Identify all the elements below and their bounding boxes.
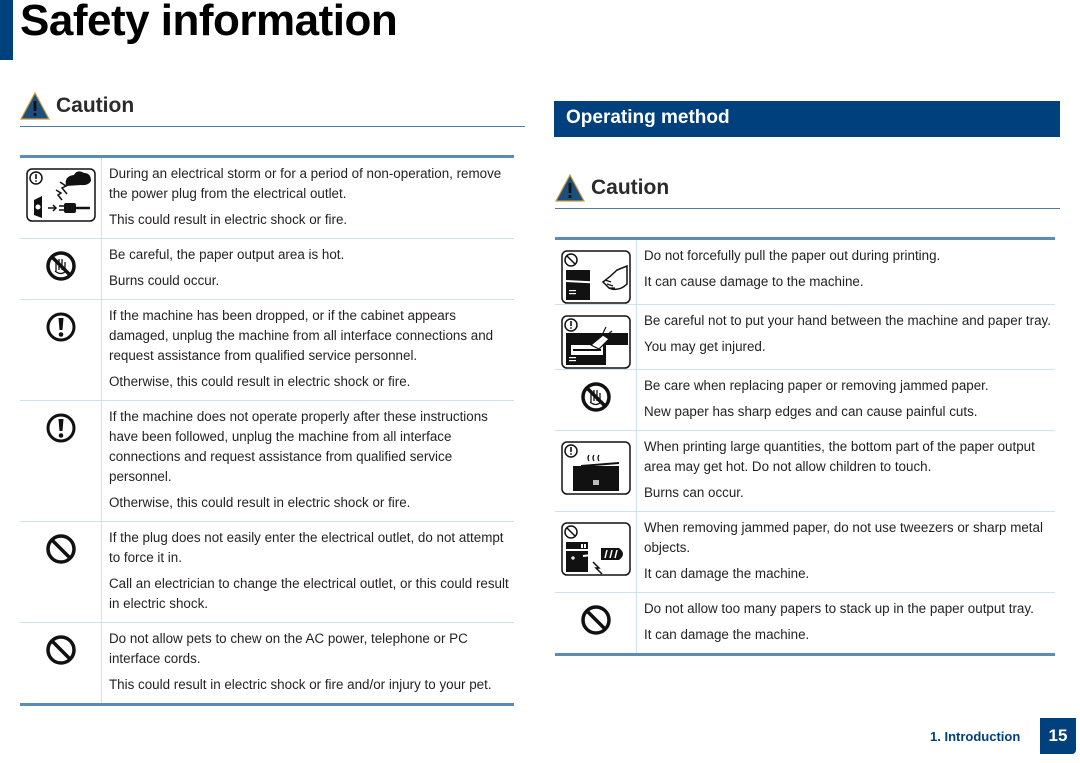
caution-consequence: Otherwise, this could result in electric… [109,374,411,389]
caution-row: Be careful not to put your hand between … [555,304,1055,369]
caution-row: When printing large quantities, the bott… [555,430,1055,511]
section-title: Operating method [566,107,730,128]
caution-consequence: It can damage the machine. [644,627,810,642]
hand-in-tray-warning-icon [555,305,637,369]
caution-consequence: Call an electrician to change the electr… [109,576,509,611]
no-touch-hand-icon [20,239,102,299]
caution-text: Do not forcefully pull the paper out dur… [637,240,1055,304]
caution-text: Do not allow too many papers to stack up… [637,593,1055,653]
caution-text: Be careful, the paper output area is hot… [102,239,514,299]
caution-instruction: If the machine has been dropped, or if t… [109,308,494,363]
caution-triangle-icon [20,92,50,120]
caution-text: When removing jammed paper, do not use t… [637,512,1055,592]
hot-output-warning-icon [555,431,637,511]
caution-instruction: Do not allow pets to chew on the AC powe… [109,631,468,666]
caution-consequence: Burns can occur. [644,485,744,500]
warning-exclamation-icon [20,401,102,521]
title-accent-bar [0,0,13,60]
prohibited-icon [20,522,102,622]
no-touch-hand-icon [555,370,637,430]
caution-heading-left: Caution [20,92,134,120]
caution-instruction: If the machine does not operate properly… [109,409,488,484]
caution-row: During an electrical storm or for a peri… [20,158,514,238]
caution-row: If the plug does not easily enter the el… [20,521,514,622]
prohibited-icon [20,623,102,703]
caution-consequence: Burns could occur. [109,273,220,288]
no-tweezers-icon [555,512,637,592]
caution-instruction: Do not forcefully pull the paper out dur… [644,248,941,263]
caution-text: During an electrical storm or for a peri… [102,158,514,238]
left-caution-table: During an electrical storm or for a peri… [20,155,514,706]
caution-row: When removing jammed paper, do not use t… [555,511,1055,592]
caution-instruction: If the plug does not easily enter the el… [109,530,504,565]
caution-instruction: Do not allow too many papers to stack up… [644,601,1034,616]
caution-text: If the plug does not easily enter the el… [102,522,514,622]
caution-instruction: When printing large quantities, the bott… [644,439,1035,474]
caution-triangle-icon [555,174,585,202]
caution-instruction: Be careful not to put your hand between … [644,313,1051,328]
caution-row: If the machine has been dropped, or if t… [20,299,514,400]
caution-text: If the machine does not operate properly… [102,401,514,521]
page-title: Safety information [20,0,398,45]
caution-row: If the machine does not operate properly… [20,400,514,521]
caution-label: Caution [56,94,135,117]
page-number: 15 [1040,718,1076,754]
caution-consequence: You may get injured. [644,339,766,354]
caution-text: If the machine has been dropped, or if t… [102,300,514,400]
caution-consequence: It can cause damage to the machine. [644,274,864,289]
caution-consequence: This could result in electric shock or f… [109,212,348,227]
caution-consequence: It can damage the machine. [644,566,810,581]
storm-unplug-icon [20,158,102,238]
caution-text: Be care when replacing paper or removing… [637,370,1055,430]
caution-text: Be careful not to put your hand between … [637,305,1055,369]
caution-heading-right: Caution [555,174,669,202]
caution-text: When printing large quantities, the bott… [637,431,1055,511]
caution-instruction: When removing jammed paper, do not use t… [644,520,1043,555]
caution-label: Caution [591,176,670,199]
caution-consequence: Otherwise, this could result in electric… [109,495,411,510]
caution-text: Do not allow pets to chew on the AC powe… [102,623,514,703]
warning-exclamation-icon [20,300,102,400]
caution-consequence: New paper has sharp edges and can cause … [644,404,978,419]
caution-divider [555,208,1060,209]
footer-chapter-link[interactable]: 1. Introduction [930,729,1020,744]
prohibited-icon [555,593,637,653]
caution-divider [20,126,525,127]
caution-instruction: During an electrical storm or for a peri… [109,166,502,201]
caution-instruction: Be careful, the paper output area is hot… [109,247,345,262]
section-banner: Operating method [554,101,1060,137]
caution-row: Do not allow pets to chew on the AC powe… [20,622,514,703]
caution-row: Do not allow too many papers to stack up… [555,592,1055,653]
caution-row: Be careful, the paper output area is hot… [20,238,514,299]
right-caution-table: Do not forcefully pull the paper out dur… [555,237,1055,656]
caution-row: Do not forcefully pull the paper out dur… [555,240,1055,304]
no-pull-paper-icon [555,240,637,304]
caution-row: Be care when replacing paper or removing… [555,369,1055,430]
caution-instruction: Be care when replacing paper or removing… [644,378,989,393]
caution-consequence: This could result in electric shock or f… [109,677,492,692]
